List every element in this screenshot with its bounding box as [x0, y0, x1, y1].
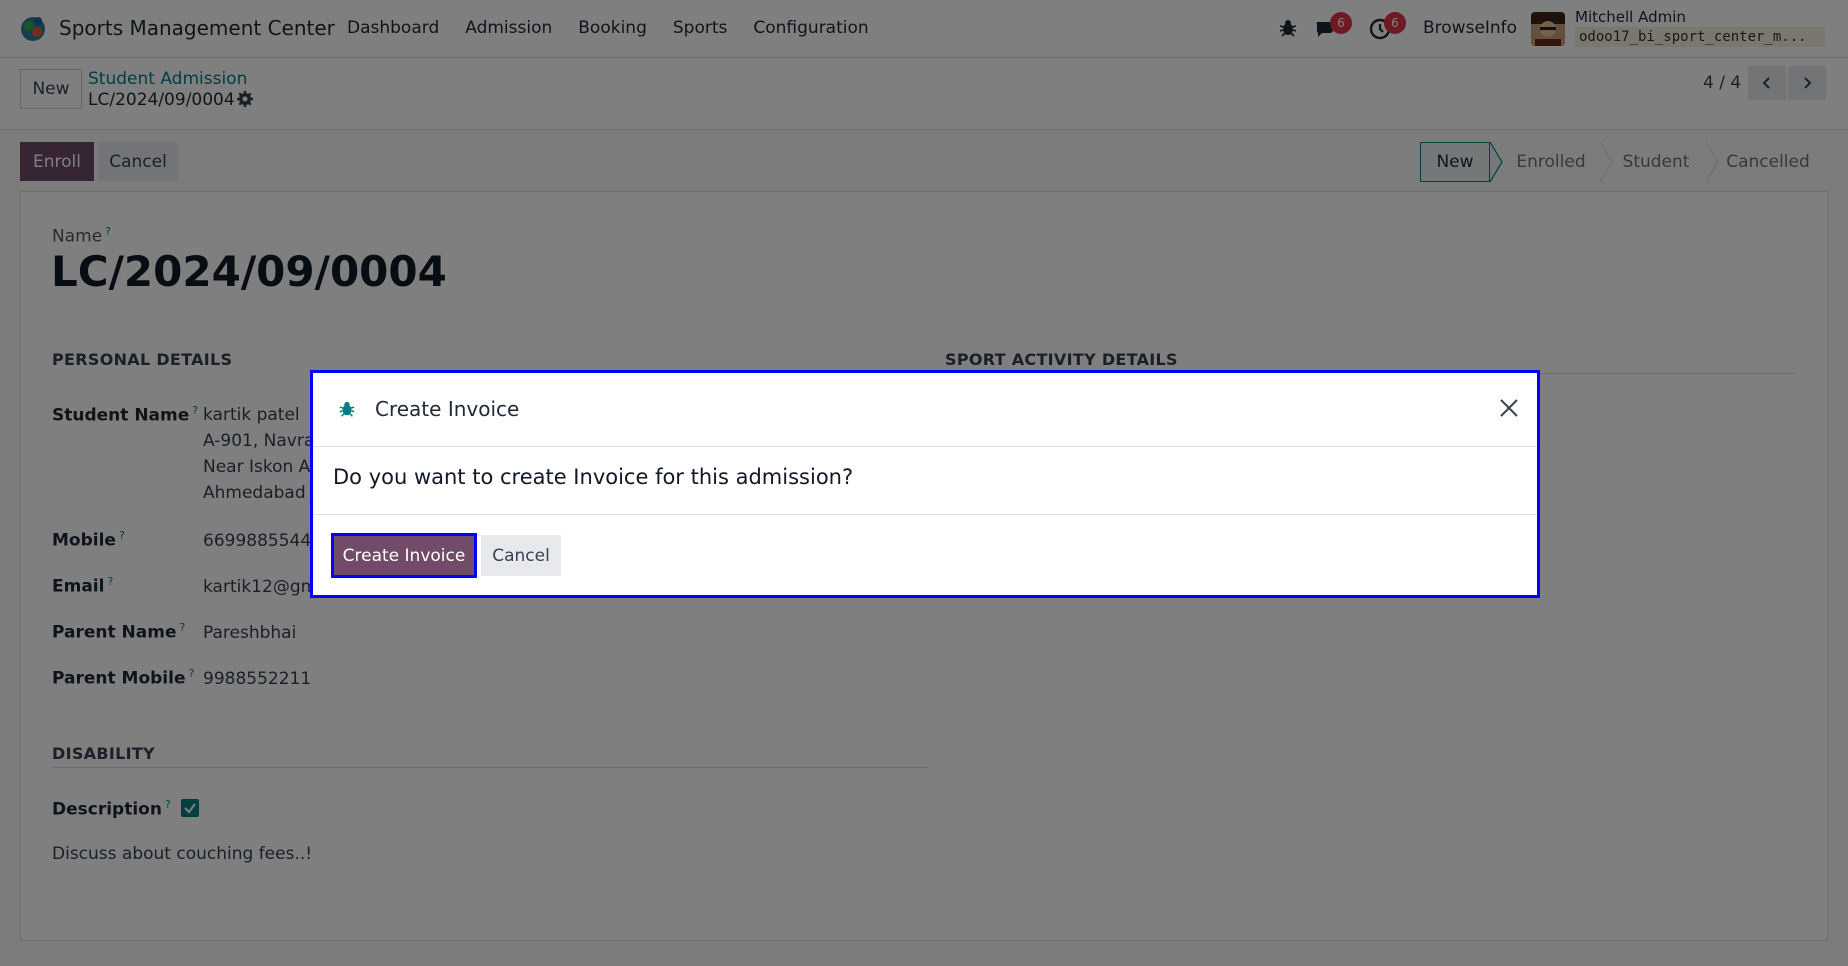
dialog-question: Do you want to create Invoice for this a…: [333, 465, 854, 489]
create-invoice-button[interactable]: Create Invoice: [331, 533, 477, 578]
dialog-cancel-button[interactable]: Cancel: [481, 535, 561, 576]
dialog-body: Do you want to create Invoice for this a…: [313, 447, 1537, 515]
dialog-header: Create Invoice: [313, 373, 1537, 447]
close-icon[interactable]: [1497, 396, 1521, 420]
dialog-title: Create Invoice: [375, 397, 520, 421]
create-invoice-dialog: Create Invoice Do you want to create Inv…: [310, 370, 1540, 598]
debug-bug-icon[interactable]: [338, 400, 356, 418]
